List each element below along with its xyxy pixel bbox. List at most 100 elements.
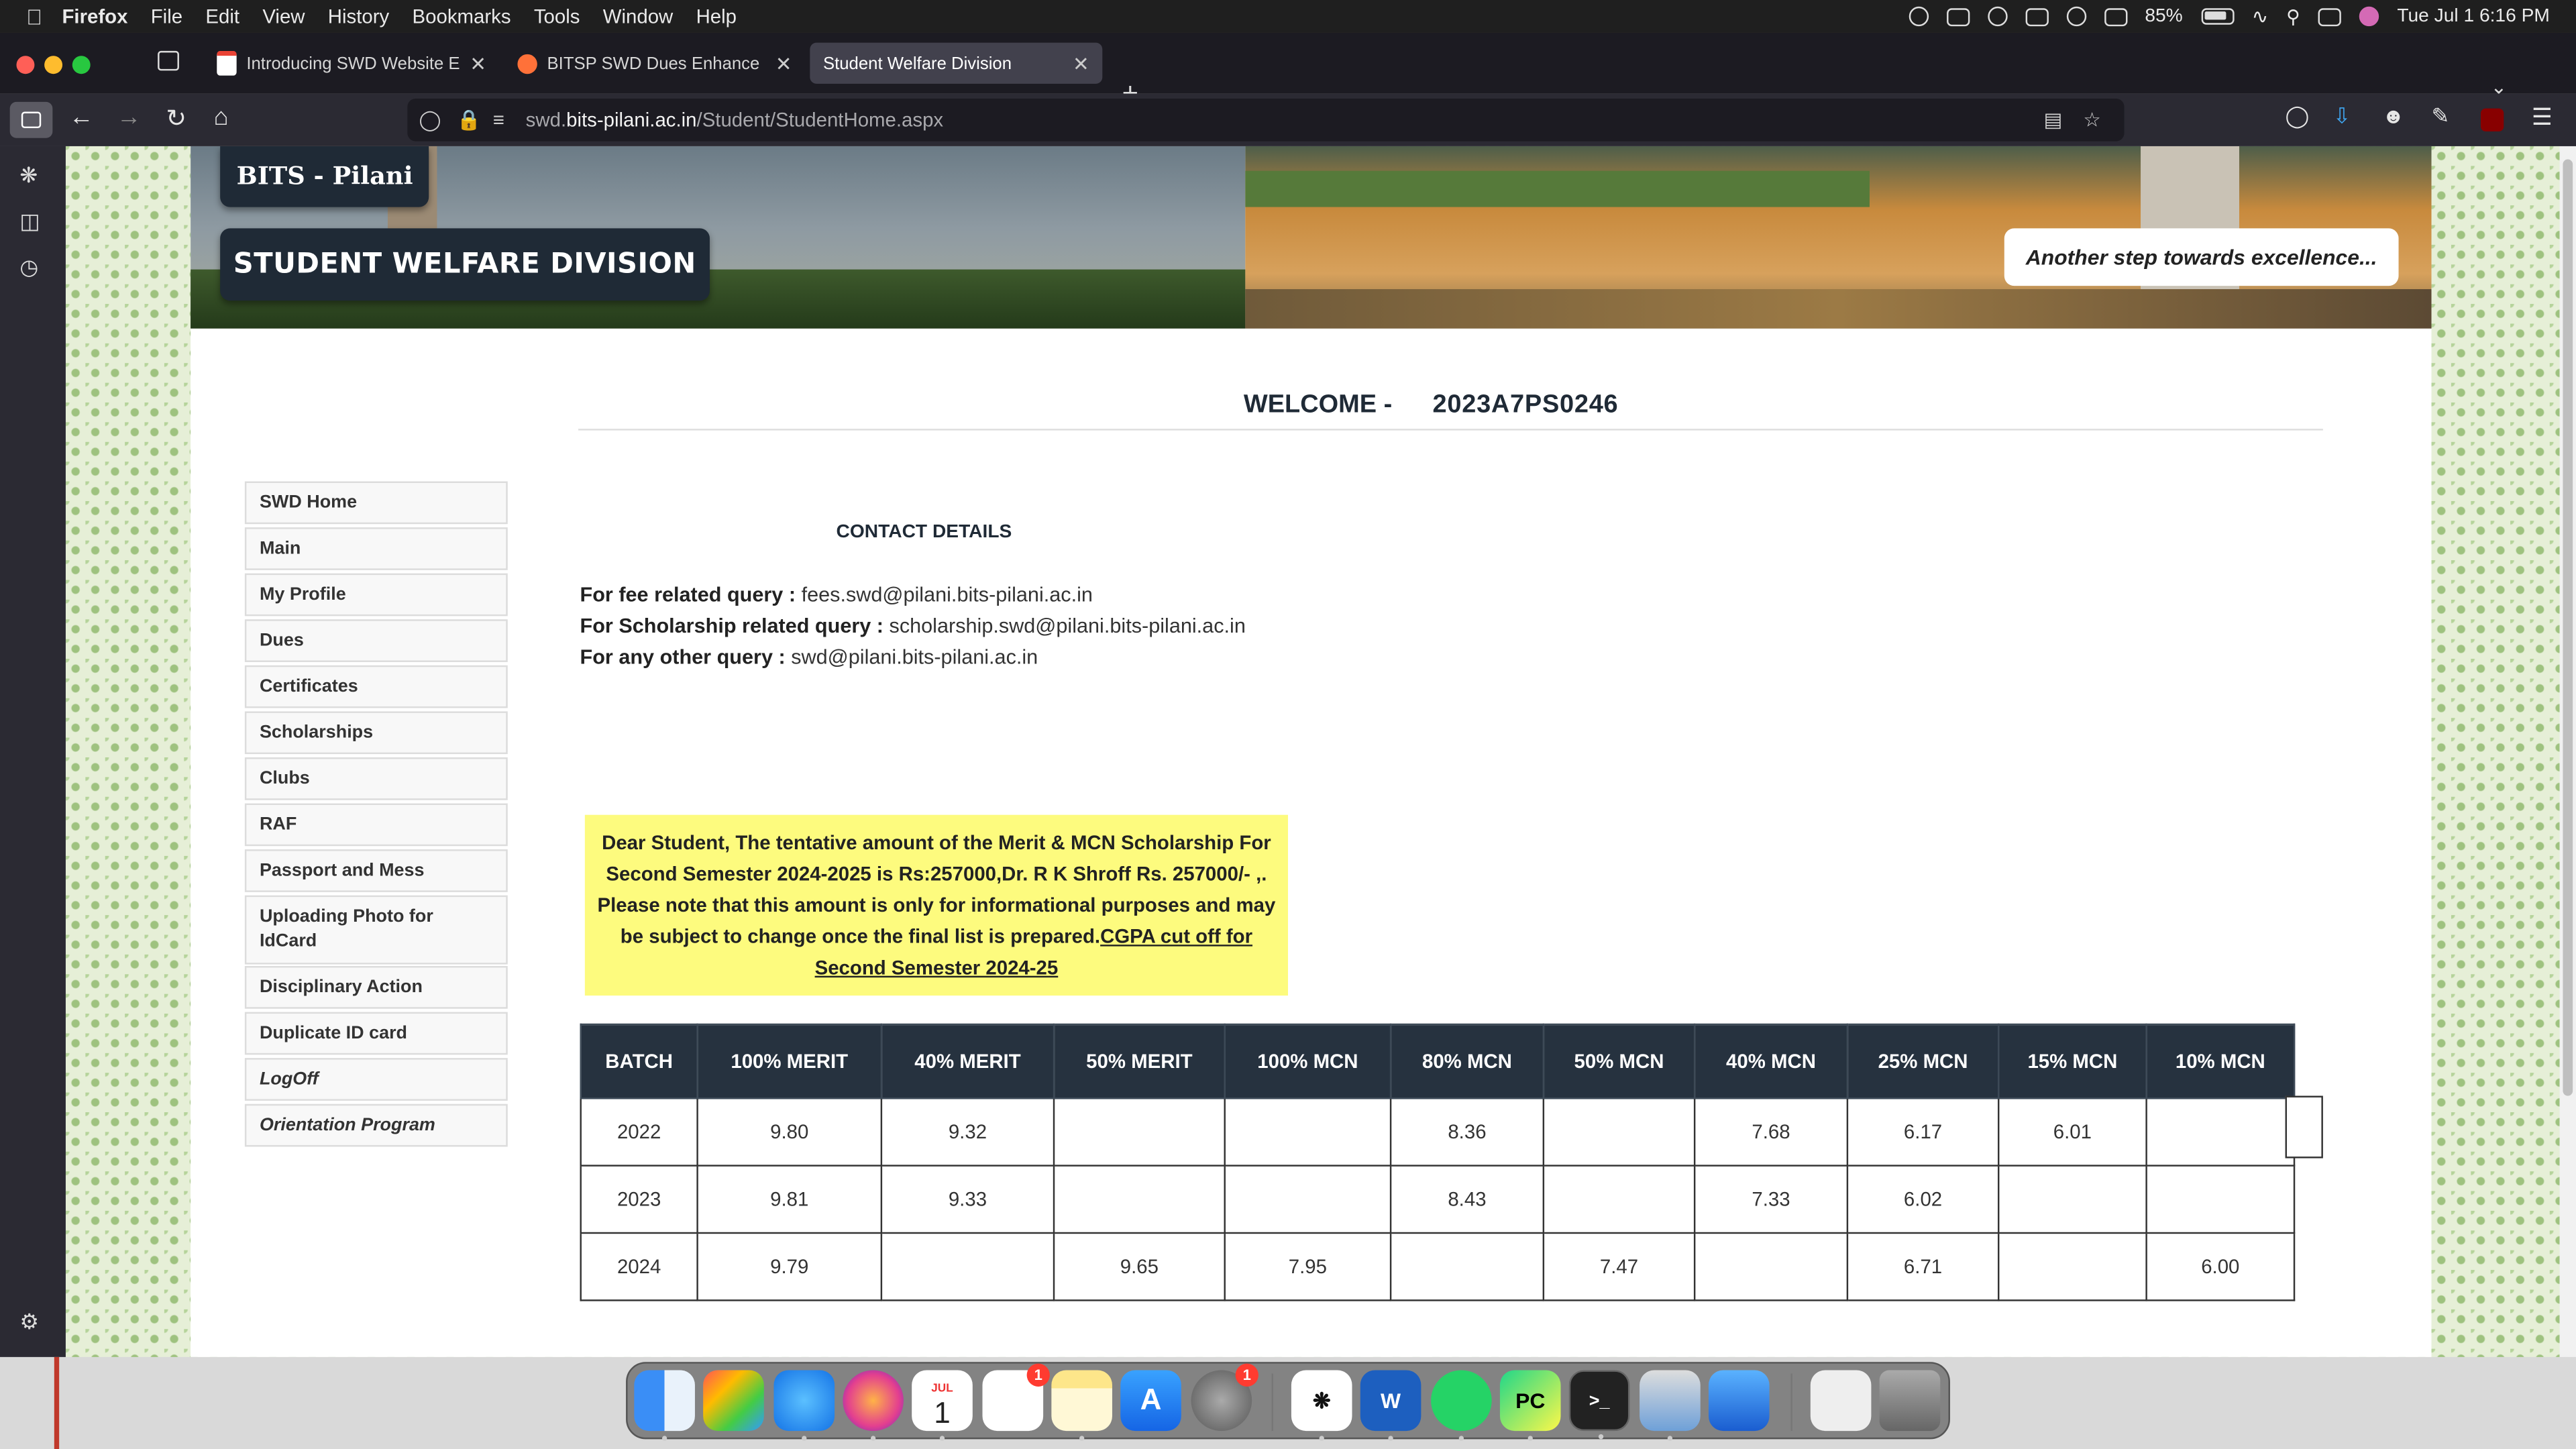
gmail-icon <box>217 50 237 76</box>
apple-menu-icon[interactable]:  <box>26 4 42 29</box>
whatsapp-icon[interactable] <box>1431 1370 1492 1441</box>
nav-item-dues[interactable]: Dues <box>244 619 508 662</box>
app-menu-icon[interactable]: ☰ <box>2532 103 2553 131</box>
system-settings-icon[interactable]: 1 <box>1191 1363 1258 1432</box>
firefox-icon[interactable] <box>843 1370 904 1441</box>
ublock-origin-icon[interactable] <box>2480 108 2504 131</box>
spotlight-search-icon[interactable]: ⚲ <box>2286 5 2300 28</box>
sidebar-toggle-button[interactable] <box>9 101 53 138</box>
menu-view[interactable]: View <box>262 5 305 28</box>
display-status-icon[interactable] <box>2025 7 2048 25</box>
nav-item-orientation-program[interactable]: Orientation Program <box>244 1104 508 1147</box>
home-button[interactable]: ⌂ <box>213 103 228 131</box>
table-cell <box>2145 1097 2296 1167</box>
finder-icon[interactable] <box>634 1370 695 1441</box>
menu-help[interactable]: Help <box>696 5 737 28</box>
nav-item-main[interactable]: Main <box>244 527 508 570</box>
bookmark-star-icon[interactable]: ☆ <box>2083 109 2100 131</box>
app-store-icon[interactable]: A <box>1120 1370 1181 1432</box>
nav-item-scholarships[interactable]: Scholarships <box>244 711 508 755</box>
nav-item-disciplinary-action[interactable]: Disciplinary Action <box>244 966 508 1009</box>
fee-query-email[interactable]: fees.swd@pilani.bits-pilani.ac.in <box>802 583 1093 606</box>
tab-close-icon[interactable]: ✕ <box>1073 52 1089 74</box>
reload-button[interactable]: ↻ <box>166 103 186 133</box>
pocket-icon[interactable]: ◯ <box>2286 103 2310 129</box>
lock-icon[interactable]: 🔒 <box>457 109 482 131</box>
menu-tools[interactable]: Tools <box>534 5 580 28</box>
tab-swd-enhancer-gmail[interactable]: Introducing SWD Website Enhancer ✕ <box>204 43 500 84</box>
nav-item-swd-home[interactable]: SWD Home <box>244 481 508 525</box>
openai-status-icon[interactable] <box>1908 6 1929 27</box>
tab-dues-enhancer[interactable]: BITSP SWD Dues Enhancer – Get ✕ <box>504 43 805 84</box>
site-permissions-icon[interactable]: ≡ <box>493 109 504 131</box>
reader-view-icon[interactable]: ▤ <box>2044 109 2063 131</box>
account-icon[interactable]: ☻ <box>2382 103 2405 128</box>
nav-item-my-profile[interactable]: My Profile <box>244 573 508 616</box>
calendar-icon[interactable]: JUL 1 <box>912 1370 973 1441</box>
battery-icon[interactable] <box>2200 8 2234 25</box>
reminders-icon[interactable]: 1 <box>982 1363 1050 1432</box>
nav-item-passport-mess[interactable]: Passport and Mess <box>244 849 508 892</box>
play-status-icon[interactable] <box>1987 6 2007 27</box>
forward-button[interactable]: → <box>117 103 142 131</box>
col-header: 15% MCN <box>1997 1023 2147 1099</box>
word-icon[interactable]: W <box>1360 1370 1421 1441</box>
synced-tabs-icon[interactable]: ◫ <box>19 209 40 235</box>
menu-history[interactable]: History <box>328 5 389 28</box>
user-avatar-icon[interactable] <box>2359 6 2379 27</box>
scholarship-query-email[interactable]: scholarship.swd@pilani.bits-pilani.ac.in <box>890 614 1246 637</box>
menu-window[interactable]: Window <box>603 5 674 28</box>
sidebar-icon <box>21 111 42 129</box>
close-window-button[interactable] <box>16 56 35 74</box>
menu-file[interactable]: File <box>151 5 182 28</box>
launchpad-icon[interactable] <box>703 1370 764 1432</box>
page-scrollbar[interactable] <box>2559 146 2576 1357</box>
scrollbar-thumb[interactable] <box>2563 159 2573 1096</box>
nav-item-certificates[interactable]: Certificates <box>244 665 508 708</box>
downloads-icon[interactable]: ⇩ <box>2333 103 2351 129</box>
pycharm-icon[interactable]: PC <box>1499 1370 1561 1441</box>
menu-clock[interactable]: Tue Jul 1 6:16 PM <box>2397 7 2550 26</box>
table-cell: 7.47 <box>1542 1232 1696 1301</box>
clipboard-status-icon[interactable] <box>1945 7 1970 25</box>
table-cell: 2024 <box>580 1232 698 1301</box>
documents-stack-icon[interactable] <box>1810 1370 1872 1432</box>
terminal-icon[interactable]: >_ <box>1568 1370 1630 1440</box>
tab-student-welfare[interactable]: Student Welfare Division ✕ <box>810 42 1103 84</box>
tracking-protection-shield-icon[interactable]: ◯ <box>419 109 441 131</box>
control-center-icon[interactable] <box>2318 7 2342 25</box>
col-header: 50% MCN <box>1542 1023 1696 1099</box>
history-icon[interactable]: ◷ <box>19 255 38 281</box>
nav-item-logoff[interactable]: LogOff <box>244 1058 508 1101</box>
wifi-icon[interactable]: ∿ <box>2252 5 2269 28</box>
menu-edit[interactable]: Edit <box>205 5 239 28</box>
nav-item-clubs[interactable]: Clubs <box>244 757 508 800</box>
extensions-icon[interactable]: ✎ <box>2432 103 2450 129</box>
tab-bar: Introducing SWD Website Enhancer ✕ BITSP… <box>0 32 2576 109</box>
nav-item-duplicate-id-card[interactable]: Duplicate ID card <box>244 1012 508 1055</box>
col-header: 10% MCN <box>2145 1023 2296 1099</box>
xcode-icon[interactable] <box>1708 1370 1770 1432</box>
contrast-status-icon[interactable] <box>2065 6 2086 27</box>
tab-close-icon[interactable]: ✕ <box>775 52 792 74</box>
menu-app-name[interactable]: Firefox <box>62 5 127 28</box>
trash-icon[interactable] <box>1879 1370 1941 1432</box>
other-query-email[interactable]: swd@pilani.bits-pilani.ac.in <box>791 645 1038 668</box>
chatgpt-icon[interactable]: ❋ <box>1291 1370 1352 1441</box>
nav-item-raf[interactable]: RAF <box>244 803 508 847</box>
safari-icon[interactable] <box>773 1370 835 1441</box>
ai-chatbot-icon[interactable]: ❋ <box>19 162 38 189</box>
preview-icon[interactable] <box>1640 1370 1701 1441</box>
back-button[interactable]: ← <box>69 103 94 131</box>
notes-icon[interactable] <box>1051 1370 1112 1441</box>
tab-close-icon[interactable]: ✕ <box>470 52 486 74</box>
zoom-window-button[interactable] <box>72 56 91 74</box>
address-bar[interactable]: ◯ 🔒 ≡ swd.bits-pilani.ac.in/Student/Stud… <box>407 98 2125 142</box>
url-text[interactable]: swd.bits-pilani.ac.in/Student/StudentHom… <box>526 109 943 131</box>
nav-item-upload-photo[interactable]: Uploading Photo for IdCard <box>244 895 508 965</box>
firefox-view-icon[interactable] <box>158 50 179 71</box>
minimize-window-button[interactable] <box>44 56 63 74</box>
layers-status-icon[interactable] <box>2104 7 2127 25</box>
customize-sidebar-gear-icon[interactable]: ⚙ <box>19 1309 39 1336</box>
menu-bookmarks[interactable]: Bookmarks <box>413 5 511 28</box>
